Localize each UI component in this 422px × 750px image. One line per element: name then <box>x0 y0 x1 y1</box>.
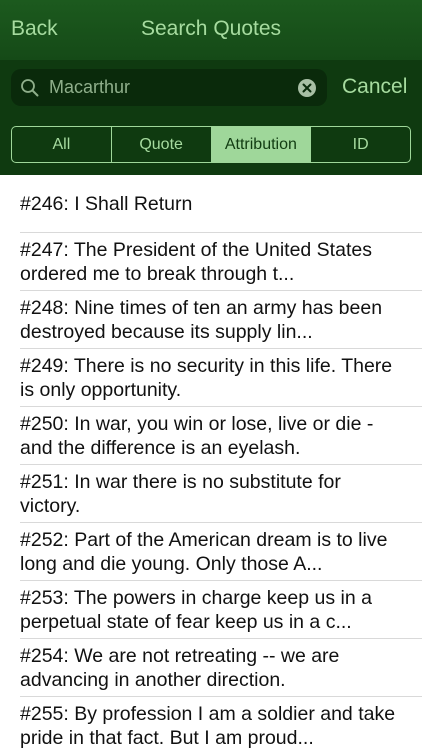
search-input[interactable] <box>49 69 289 106</box>
list-item-text: #246: I Shall Return <box>20 192 193 215</box>
results-list: #246: I Shall Return #247: The President… <box>0 175 422 750</box>
list-item[interactable]: #251: In war there is no substitute for … <box>20 465 422 523</box>
list-item[interactable]: #250: In war, you win or lose, live or d… <box>20 407 422 465</box>
search-bar: Cancel All Quote Attribution ID <box>0 60 422 175</box>
list-item-text: #247: The President of the United States… <box>20 238 372 285</box>
list-item[interactable]: #253: The powers in charge keep us in a … <box>20 581 422 639</box>
list-item[interactable]: #249: There is no security in this life.… <box>20 349 422 407</box>
segment-all[interactable]: All <box>12 127 112 162</box>
list-item-text: #248: Nine times of ten an army has been… <box>20 296 383 343</box>
list-item-text: #253: The powers in charge keep us in a … <box>20 586 372 633</box>
list-item[interactable]: #246: I Shall Return <box>20 175 422 233</box>
search-icon <box>21 79 39 97</box>
list-item[interactable]: #252: Part of the American dream is to l… <box>20 523 422 581</box>
list-item[interactable]: #254: We are not retreating -- we are ad… <box>20 639 422 697</box>
list-item-text: #251: In war there is no substitute for … <box>20 470 341 517</box>
clear-icon[interactable] <box>297 78 317 98</box>
list-item[interactable]: #248: Nine times of ten an army has been… <box>20 291 422 349</box>
scope-segmented-control: All Quote Attribution ID <box>11 126 411 163</box>
list-item[interactable]: #255: By profession I am a soldier and t… <box>20 697 422 750</box>
list-item-text: #254: We are not retreating -- we are ad… <box>20 644 340 691</box>
list-item-text: #250: In war, you win or lose, live or d… <box>20 412 374 459</box>
cancel-button[interactable]: Cancel <box>342 75 407 99</box>
list-item-text: #252: Part of the American dream is to l… <box>20 528 388 575</box>
search-field[interactable] <box>11 69 327 106</box>
segment-quote[interactable]: Quote <box>112 127 212 162</box>
page-title: Search Quotes <box>140 17 282 40</box>
list-item-text: #249: There is no security in this life.… <box>20 354 393 401</box>
list-item[interactable]: #247: The President of the United States… <box>20 233 422 291</box>
navigation-bar: Back Search Quotes <box>0 0 422 60</box>
segment-id[interactable]: ID <box>311 127 410 162</box>
segment-attribution[interactable]: Attribution <box>211 127 312 162</box>
list-item-text: #255: By profession I am a soldier and t… <box>20 702 396 749</box>
